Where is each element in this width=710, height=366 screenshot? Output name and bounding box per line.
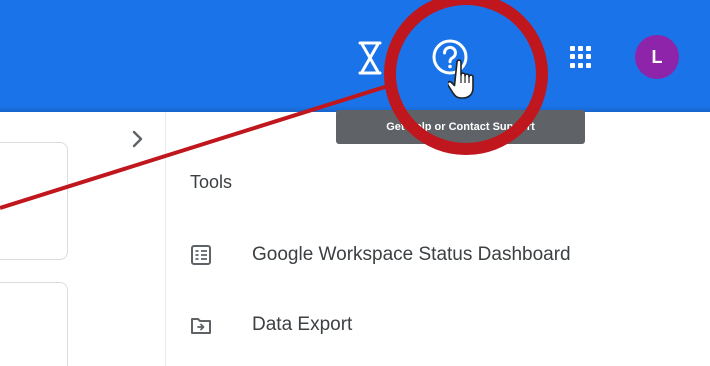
hourglass-icon[interactable]	[357, 40, 383, 76]
tool-item-label: Data Export	[252, 314, 353, 335]
apps-grid-icon[interactable]	[568, 44, 594, 70]
panel-divider	[165, 112, 166, 366]
dashboard-icon	[191, 245, 211, 265]
top-app-bar	[0, 0, 710, 112]
tool-item-status-dashboard[interactable]: Google Workspace Status Dashboard	[190, 244, 571, 266]
avatar[interactable]: L	[635, 35, 679, 79]
help-tooltip: Get Help or Contact Support	[336, 110, 585, 144]
chevron-right-icon[interactable]	[129, 128, 147, 150]
tool-item-data-export[interactable]: Data Export	[190, 314, 352, 336]
content-card	[0, 142, 68, 260]
hand-cursor-icon	[448, 59, 474, 99]
tool-item-label: Google Workspace Status Dashboard	[252, 244, 571, 265]
folder-export-icon	[191, 318, 211, 334]
content-card	[0, 282, 68, 366]
tools-section-title: Tools	[190, 172, 233, 192]
